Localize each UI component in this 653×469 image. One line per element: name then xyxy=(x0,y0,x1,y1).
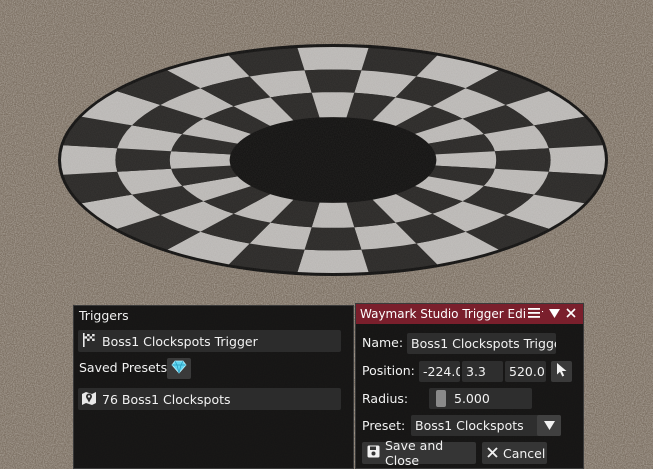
save-and-close-button[interactable]: Save and Close xyxy=(362,438,476,468)
trigger-editor-window: Waymark Studio Trigger Editor Name: Boss… xyxy=(355,303,584,469)
radius-label: Radius: xyxy=(362,391,409,406)
preset-item-label: 76 Boss1 Clockspots xyxy=(102,391,231,407)
preset-label: Preset: xyxy=(362,418,406,433)
preset-list-item[interactable]: 76 Boss1 Clockspots xyxy=(78,388,341,410)
radius-slider[interactable]: 5.000 xyxy=(429,388,532,409)
cancel-button[interactable]: Cancel xyxy=(482,442,547,464)
position-label: Position: xyxy=(362,363,415,378)
saved-presets-label: Saved Presets xyxy=(79,360,168,375)
cancel-label: Cancel xyxy=(503,445,546,461)
name-field[interactable]: Boss1 Clockspots Trigger xyxy=(407,333,556,354)
close-icon xyxy=(566,307,576,321)
saved-presets-button[interactable] xyxy=(167,358,191,379)
collapse-button[interactable] xyxy=(546,306,562,322)
menu-icon xyxy=(528,307,540,321)
preset-dropdown-button[interactable] xyxy=(537,415,561,436)
gem-icon xyxy=(171,360,187,377)
checkered-flag-icon xyxy=(81,332,97,351)
trigger-list-item[interactable]: Boss1 Clockspots Trigger xyxy=(78,330,341,352)
radius-slider-grab[interactable] xyxy=(436,390,446,407)
cursor-icon xyxy=(556,363,568,380)
preset-select-value: Boss1 Clockspots xyxy=(415,418,524,433)
trigger-item-label: Boss1 Clockspots Trigger xyxy=(102,333,258,349)
pick-position-button[interactable] xyxy=(551,361,572,382)
save-and-close-label: Save and Close xyxy=(385,438,444,468)
position-z-field[interactable]: 520.0 xyxy=(505,361,546,382)
position-x-field[interactable]: -224.0 xyxy=(419,361,460,382)
position-y-field[interactable]: 3.3 xyxy=(462,361,503,382)
chevron-down-icon xyxy=(543,419,555,433)
triggers-window: Triggers Boss1 Clockspots Trigger Saved … xyxy=(73,305,354,469)
x-icon xyxy=(487,446,498,461)
editor-titlebar[interactable]: Waymark Studio Trigger Editor xyxy=(356,304,583,324)
triggers-title: Triggers xyxy=(79,308,129,323)
name-label: Name: xyxy=(362,335,404,350)
editor-title: Waymark Studio Trigger Editor xyxy=(360,307,544,321)
radius-value: 5.000 xyxy=(454,391,490,406)
map-pin-icon xyxy=(81,390,97,409)
menu-button[interactable] xyxy=(526,306,542,322)
save-icon xyxy=(367,445,380,461)
collapse-icon xyxy=(548,307,560,321)
close-button[interactable] xyxy=(563,306,579,322)
